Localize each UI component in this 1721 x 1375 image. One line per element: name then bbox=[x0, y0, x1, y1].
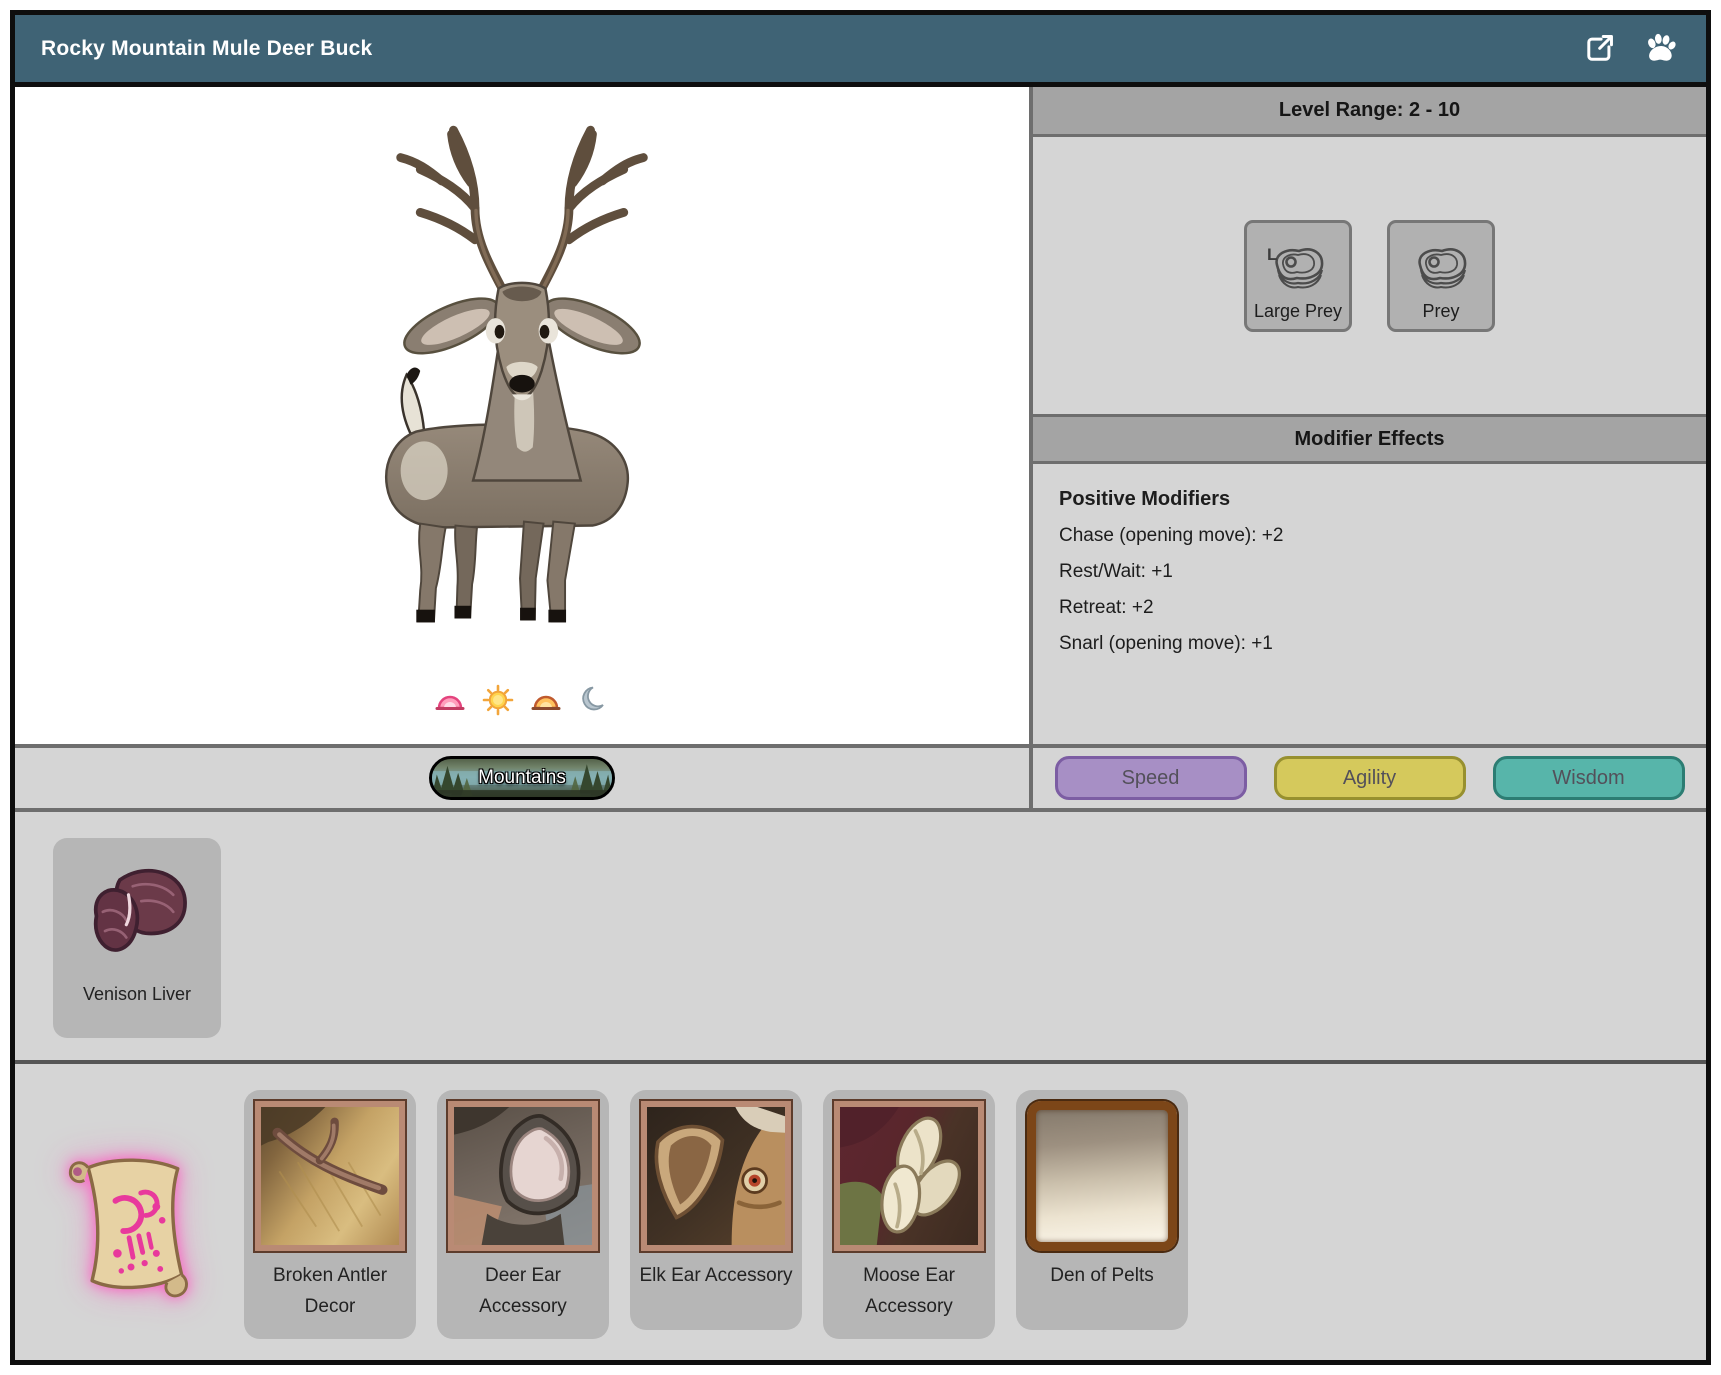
biome-label: Mountains bbox=[478, 767, 566, 789]
modifier-line: Snarl (opening move): +1 bbox=[1059, 634, 1680, 655]
prey-badge-label: Prey bbox=[1422, 301, 1459, 322]
moon-icon bbox=[578, 684, 610, 716]
deer-ear-accessory-image bbox=[448, 1101, 598, 1251]
level-range-label: Level Range: 2 - 10 bbox=[1279, 99, 1460, 122]
item-label: Venison Liver bbox=[83, 984, 191, 1005]
biome-cell: Mountains bbox=[15, 748, 1029, 808]
craftable-item-moose-ear-accessory[interactable]: Moose Ear Accessory bbox=[823, 1090, 995, 1339]
active-times-row bbox=[434, 684, 610, 716]
positive-modifiers-title: Positive Modifiers bbox=[1059, 488, 1680, 510]
encyclopedia-page: Rocky Mountain Mule Deer Buck bbox=[0, 0, 1721, 1375]
modifier-effects-label: Modifier Effects bbox=[1294, 428, 1444, 451]
craftable-item-deer-ear-accessory[interactable]: Deer Ear Accessory bbox=[437, 1090, 609, 1339]
page-title: Rocky Mountain Mule Deer Buck bbox=[41, 37, 372, 61]
craftables-section: Broken Antler Decor Deer Ear Access bbox=[15, 1064, 1706, 1360]
modifier-effects-body: Positive Modifiers Chase (opening move):… bbox=[1033, 464, 1706, 744]
level-range-header: Level Range: 2 - 10 bbox=[1033, 87, 1706, 137]
modifier-line: Rest/Wait: +1 bbox=[1059, 562, 1680, 583]
liver-icon bbox=[73, 850, 201, 978]
stats-cell: Speed Agility Wisdom bbox=[1033, 748, 1706, 808]
mule-deer-buck-image bbox=[326, 87, 718, 684]
details-panel: Level Range: 2 - 10 L Large Prey bbox=[1033, 87, 1706, 744]
prey-badge-large-prey: L Large Prey bbox=[1244, 220, 1352, 332]
sunrise-icon bbox=[434, 684, 466, 716]
biome-stats-row: Mountains Speed Agility Wisdom bbox=[15, 744, 1706, 812]
biome-badge-mountains[interactable]: Mountains bbox=[429, 756, 615, 800]
stat-badge-agility: Agility bbox=[1274, 756, 1466, 800]
broken-antler-decor-image bbox=[255, 1101, 405, 1251]
large-prey-letter: L bbox=[1267, 245, 1277, 265]
modifier-effects-header: Modifier Effects bbox=[1033, 414, 1706, 464]
prey-badge-prey: Prey bbox=[1387, 220, 1495, 332]
external-link-icon[interactable] bbox=[1582, 32, 1616, 66]
item-label: Elk Ear Accessory bbox=[639, 1260, 792, 1291]
prey-size-area: L Large Prey bbox=[1033, 137, 1706, 414]
item-label: Deer Ear Accessory bbox=[443, 1260, 603, 1323]
item-label: Den of Pelts bbox=[1050, 1260, 1154, 1291]
main-row: Level Range: 2 - 10 L Large Prey bbox=[15, 87, 1706, 744]
drop-item-venison-liver[interactable]: Venison Liver bbox=[53, 838, 221, 1038]
prey-badge-label: Large Prey bbox=[1254, 301, 1342, 322]
sun-icon bbox=[482, 684, 514, 716]
item-label: Broken Antler Decor bbox=[250, 1260, 410, 1323]
modifier-line: Chase (opening move): +2 bbox=[1059, 526, 1680, 547]
npc-info-window: Rocky Mountain Mule Deer Buck bbox=[10, 10, 1711, 1365]
moose-ear-accessory-image bbox=[834, 1101, 984, 1251]
item-label: Moose Ear Accessory bbox=[829, 1260, 989, 1323]
title-bar: Rocky Mountain Mule Deer Buck bbox=[15, 15, 1706, 87]
steak-icon bbox=[1410, 243, 1472, 297]
stat-badge-wisdom: Wisdom bbox=[1493, 756, 1685, 800]
craftable-item-elk-ear-accessory[interactable]: Elk Ear Accessory bbox=[630, 1090, 802, 1330]
glowing-recipe-scroll-icon[interactable] bbox=[59, 1148, 205, 1319]
craftable-item-den-of-pelts[interactable]: Den of Pelts bbox=[1016, 1090, 1188, 1330]
craftable-item-broken-antler-decor[interactable]: Broken Antler Decor bbox=[244, 1090, 416, 1339]
elk-ear-accessory-image bbox=[641, 1101, 791, 1251]
stat-badge-speed: Speed bbox=[1055, 756, 1247, 800]
paw-icon[interactable] bbox=[1640, 29, 1680, 69]
drops-section: Venison Liver bbox=[15, 812, 1706, 1064]
modifier-line: Retreat: +2 bbox=[1059, 598, 1680, 619]
sunset-icon bbox=[530, 684, 562, 716]
den-of-pelts-image bbox=[1027, 1101, 1177, 1251]
creature-panel bbox=[15, 87, 1029, 744]
